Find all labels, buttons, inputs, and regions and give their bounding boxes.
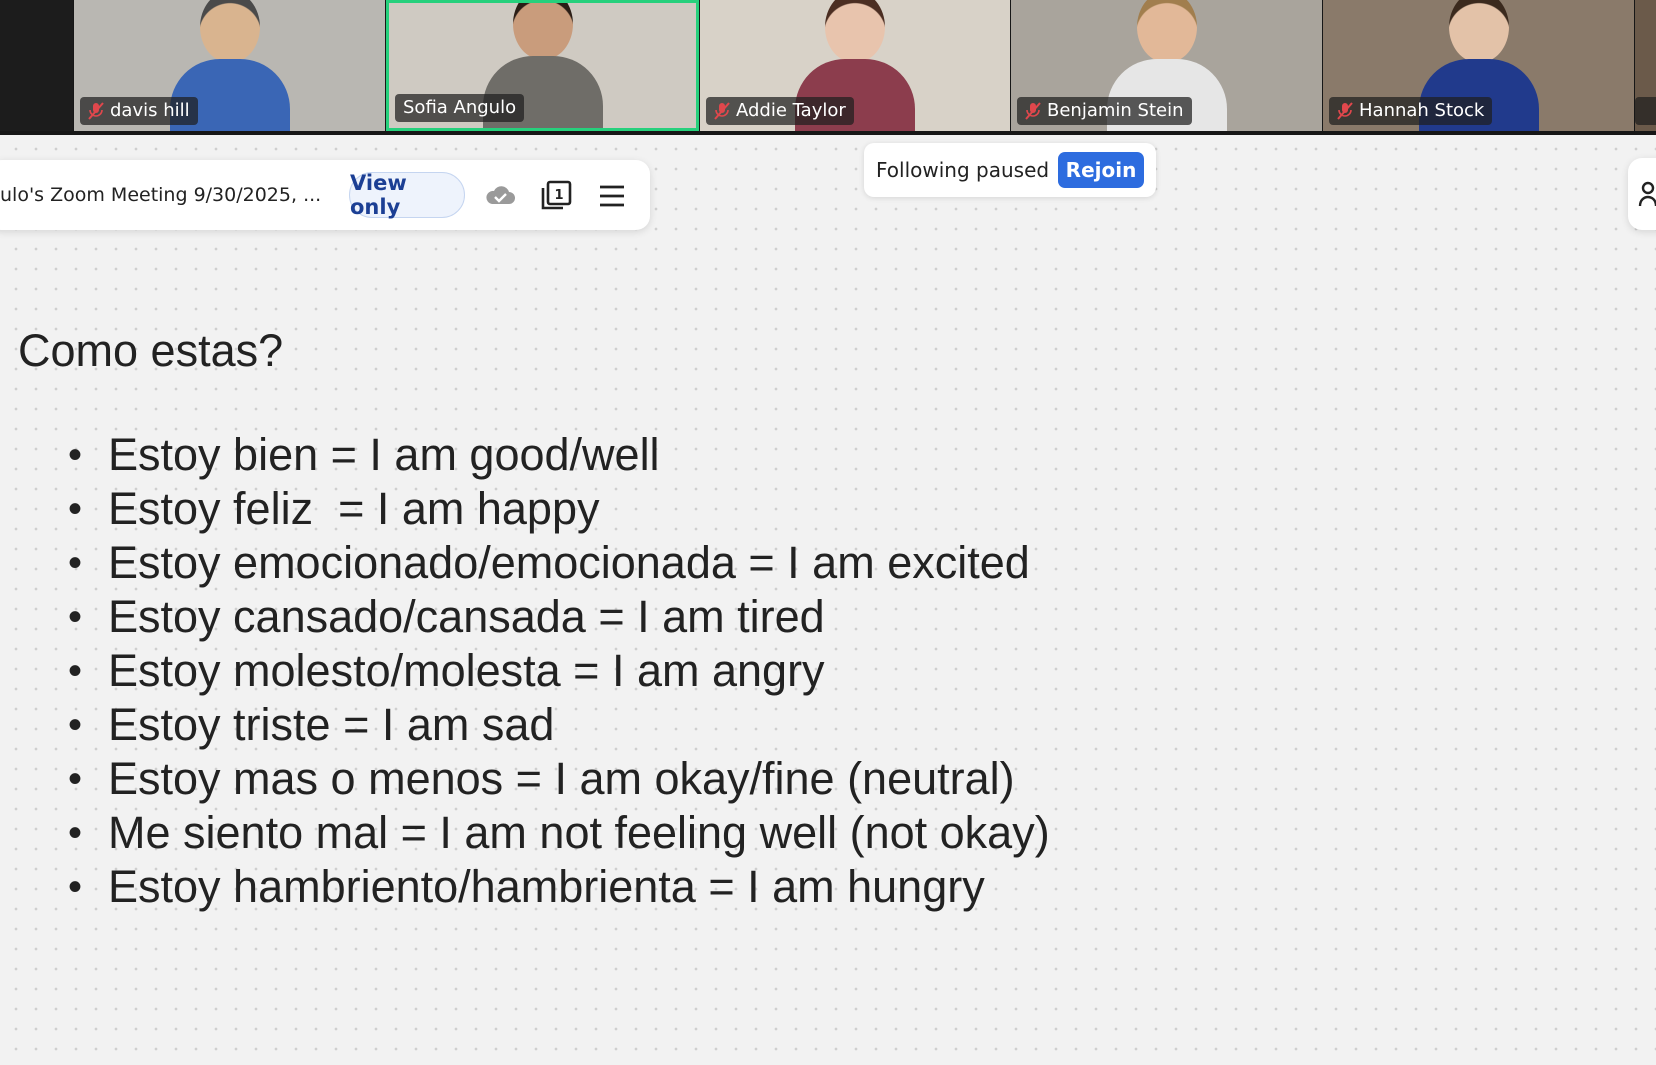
collaborators-icon <box>1638 181 1656 207</box>
mic-muted-icon <box>1025 102 1041 120</box>
phrase-list: • Estoy bien = I am good/well • Estoy feli… <box>68 428 1050 914</box>
name-tag: davis hill <box>80 97 198 125</box>
video-tile-benjamin-stein[interactable]: Benjamin Stein <box>1011 0 1322 131</box>
name-tag: Benjamin Stein <box>1017 97 1192 125</box>
name-tag: Addie Taylor <box>706 97 854 125</box>
list-item: • Estoy cansado/cansada = I am tired <box>68 591 825 642</box>
participant-name: davis hill <box>110 100 190 121</box>
name-tag: Sofia Angulo <box>395 94 525 122</box>
list-item: • Estoy mas o menos = I am okay/fine (neu… <box>68 753 1015 804</box>
participant-name: Addie Taylor <box>736 100 846 121</box>
document-title[interactable]: ulo's Zoom Meeting 9/30/2025, ... <box>0 160 330 230</box>
whiteboard-heading: Como estas? <box>18 325 284 376</box>
mic-muted-icon <box>1337 102 1353 120</box>
list-item: • Me siento mal = I am not feeling well (… <box>68 807 1050 858</box>
list-item: • Estoy triste = I am sad <box>68 699 555 750</box>
zoom-whiteboard-window: davis hill Sofia Angulo Addie Taylor Ben… <box>0 0 1656 1065</box>
cloud-icon[interactable] <box>483 179 517 213</box>
video-tile-edge[interactable] <box>1635 0 1656 131</box>
following-paused-label: Following paused <box>876 158 1050 182</box>
menu-icon[interactable] <box>596 179 630 213</box>
video-tile-davis-hill[interactable]: davis hill <box>74 0 385 131</box>
view-only-button[interactable]: View only <box>349 171 465 219</box>
video-tile-edge <box>0 0 73 131</box>
pages-icon: 1 <box>541 180 572 210</box>
right-side-panel-tab[interactable] <box>1628 158 1656 230</box>
page-badge: 1 <box>554 188 563 203</box>
pages-button[interactable]: 1 <box>539 179 573 213</box>
rejoin-button[interactable]: Rejoin <box>1058 152 1144 188</box>
video-tile-hannah-stock[interactable]: Hannah Stock <box>1323 0 1634 131</box>
mic-muted-icon <box>88 102 104 120</box>
participant-name: Sofia Angulo <box>403 97 517 118</box>
mic-muted-icon <box>714 102 730 120</box>
participant-name: Hannah Stock <box>1359 100 1485 121</box>
list-item: • Estoy hambriento/hambrienta = I am hung… <box>68 861 985 912</box>
list-item: • Estoy feliz = I am happy <box>68 483 600 534</box>
video-tile-sofia-angulo[interactable]: Sofia Angulo <box>386 0 699 131</box>
list-item: • Estoy molesto/molesta = I am angry <box>68 645 825 696</box>
list-item: • Estoy emocionado/emocionada = I am exci… <box>68 537 1030 588</box>
name-tag: Hannah Stock <box>1329 97 1493 125</box>
video-strip: davis hill Sofia Angulo Addie Taylor Ben… <box>0 0 1656 133</box>
video-tile-addie-taylor[interactable]: Addie Taylor <box>700 0 1010 131</box>
following-paused-banner: Following paused Rejoin <box>864 143 1156 197</box>
participant-name: Benjamin Stein <box>1047 100 1184 121</box>
list-item: • Estoy bien = I am good/well <box>68 429 660 480</box>
whiteboard-text-box: Como estas? <box>18 322 283 380</box>
whiteboard-toolbar: ulo's Zoom Meeting 9/30/2025, ... View o… <box>0 160 650 230</box>
